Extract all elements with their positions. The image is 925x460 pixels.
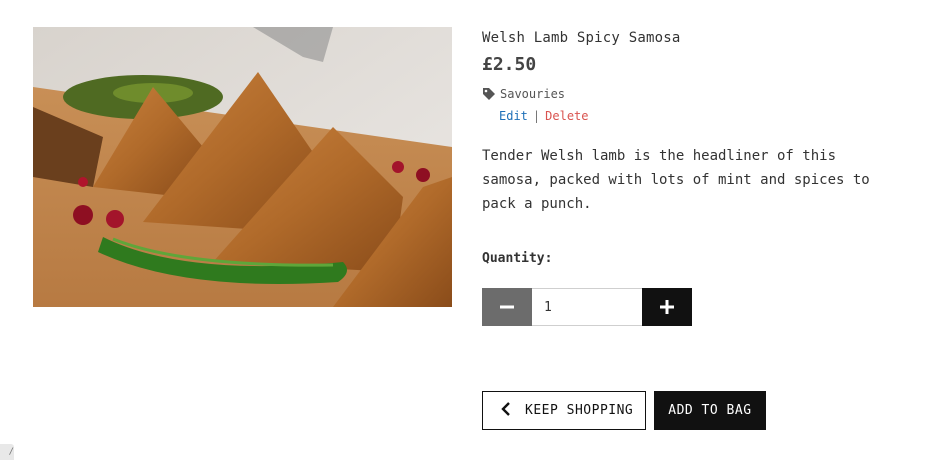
product-price: £2.50 [482,54,537,75]
decrement-button[interactable] [482,288,532,326]
chevron-left-icon [501,401,511,420]
tag-icon [482,87,496,101]
quantity-input[interactable] [532,288,642,326]
delete-link[interactable]: Delete [545,109,588,123]
quantity-stepper [482,288,692,326]
add-to-bag-button[interactable]: ADD TO BAG [654,391,766,430]
category-label: Savouries [500,87,566,101]
product-category[interactable]: Savouries [482,87,565,101]
samosa-photo [33,27,452,307]
product-description: Tender Welsh lamb is the headliner of th… [482,148,870,212]
separator: | [532,109,541,123]
minus-icon [500,305,514,309]
product-image [33,27,452,307]
admin-links: Edit | Delete [499,109,589,123]
quantity-label: Quantity: [482,251,553,266]
corner-tag: / [0,444,14,460]
increment-button[interactable] [642,288,692,326]
keep-shopping-button[interactable]: KEEP SHOPPING [482,391,647,430]
edit-link[interactable]: Edit [499,109,528,123]
keep-shopping-label: KEEP SHOPPING [525,403,634,418]
action-buttons: KEEP SHOPPING ADD TO BAG [482,391,766,430]
plus-icon [660,300,674,314]
product-title: Welsh Lamb Spicy Samosa [482,30,681,46]
